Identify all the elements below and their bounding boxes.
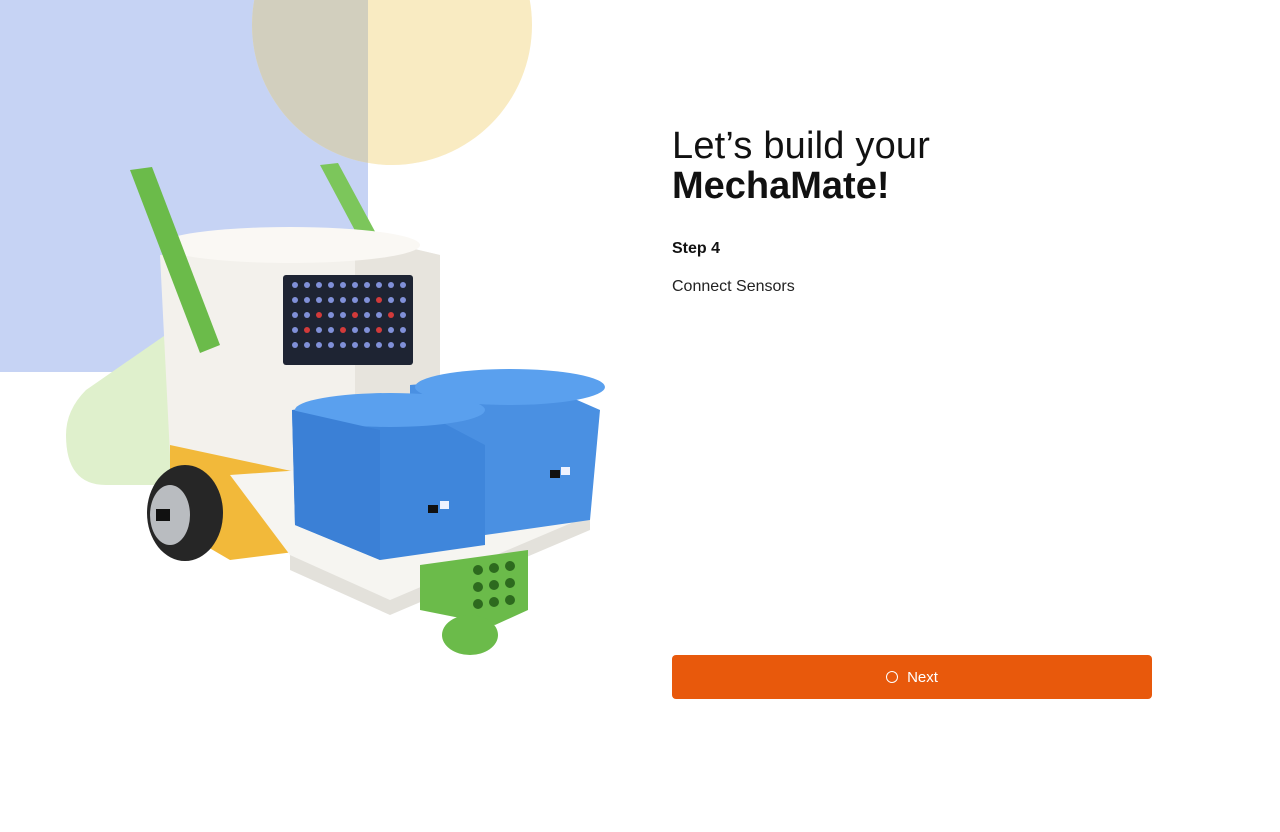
step-description: Connect Sensors xyxy=(672,278,795,295)
page-title-line1: Let’s build your xyxy=(672,125,931,167)
page-title-line2: MechaMate! xyxy=(672,165,890,207)
robot-illustration xyxy=(130,163,605,655)
step-content: Let’s build your MechaMate! Step 4 Conne… xyxy=(672,126,1152,296)
next-button[interactable]: Next xyxy=(672,655,1152,699)
background-yellow-circle xyxy=(252,0,532,165)
circle-outline-icon xyxy=(886,671,899,683)
step-label: Step 4 xyxy=(672,240,721,257)
next-button-label: Next xyxy=(907,668,938,686)
